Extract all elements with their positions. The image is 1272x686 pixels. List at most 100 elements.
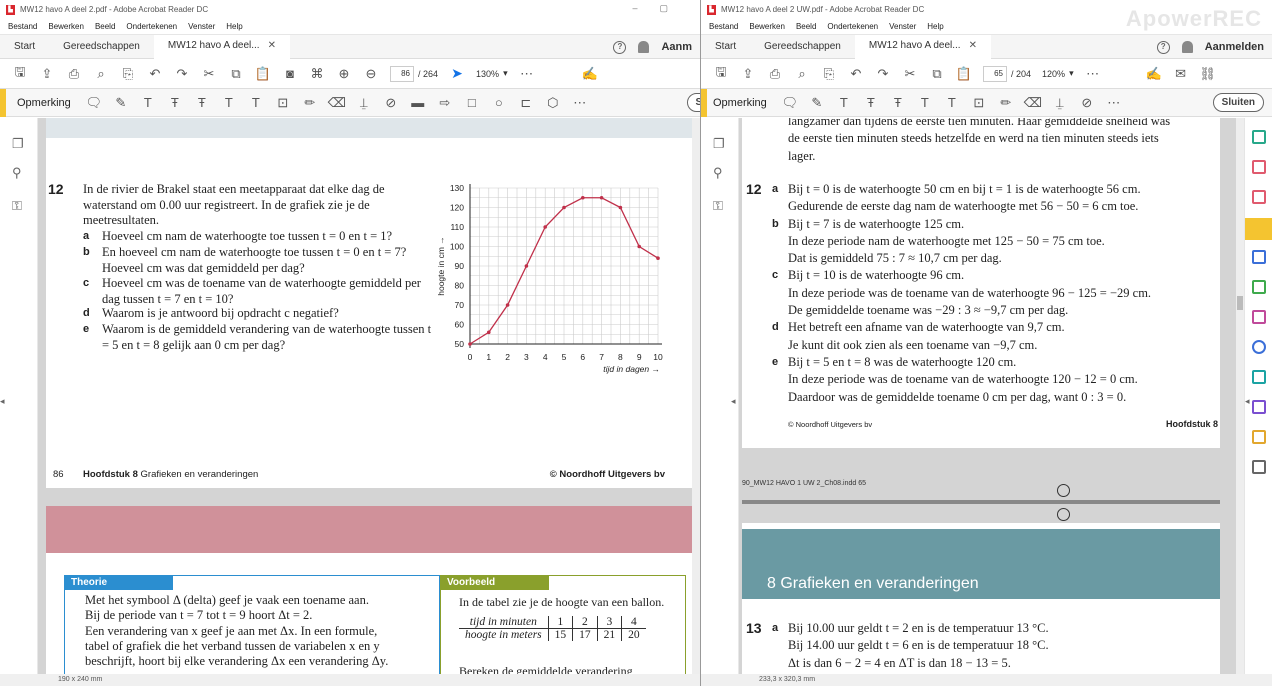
text-comment-icon[interactable]: T [248, 95, 264, 111]
optimize-icon[interactable] [1252, 370, 1266, 384]
replace-text-icon[interactable]: Ŧ [194, 95, 210, 111]
copy-icon[interactable]: ⧉ [228, 66, 244, 82]
attach-icon[interactable]: ⊘ [383, 95, 399, 111]
sign-icon[interactable]: ✍ [1146, 66, 1162, 82]
menu-ondertekenen[interactable]: Ondertekenen [126, 22, 177, 31]
page-number-input[interactable]: 65 [983, 65, 1007, 82]
close-annotation-button[interactable]: Sluiten [1212, 93, 1264, 112]
zoom-dropdown[interactable]: 120% ▾ [1042, 68, 1074, 79]
window-controls[interactable]: –▢ [632, 3, 690, 14]
text-icon[interactable]: T [836, 95, 852, 111]
print-icon[interactable]: ⎙ [767, 66, 783, 82]
tab-document[interactable]: MW12 havo A deel... ✕ [854, 34, 991, 59]
eraser-icon[interactable]: ⌫ [1024, 95, 1042, 111]
tab-document[interactable]: MW12 havo A deel... ✕ [153, 34, 290, 59]
menu-bestand[interactable]: Bestand [8, 22, 37, 31]
protect-icon[interactable] [1252, 340, 1266, 354]
menu-venster[interactable]: Venster [889, 22, 916, 31]
strikethrough-icon[interactable]: Ŧ [167, 95, 183, 111]
menu-bestand[interactable]: Bestand [709, 22, 738, 31]
document-area[interactable]: langzamer dan tijdens de eerste tien min… [739, 118, 1244, 674]
redact-icon[interactable]: ⎘ [821, 66, 837, 82]
attachment-icon[interactable]: ⚲ [713, 165, 727, 180]
organize-pages-icon[interactable] [1252, 160, 1266, 174]
pages-icon[interactable]: ❐ [12, 136, 26, 151]
menu-help[interactable]: Help [226, 22, 242, 31]
undo-icon[interactable]: ↶ [848, 66, 864, 82]
more-annot-icon[interactable]: ⋯ [572, 95, 588, 111]
send-sign-icon[interactable] [1252, 400, 1266, 414]
help-icon[interactable]: ? [613, 40, 627, 54]
menu-venster[interactable]: Venster [188, 22, 215, 31]
copy-icon[interactable]: ⧉ [929, 66, 945, 82]
more-annot-icon[interactable]: ⋯ [1106, 95, 1122, 111]
polygon-icon[interactable]: ⬡ [545, 95, 561, 111]
screenshot-icon[interactable]: ◙ [282, 66, 298, 82]
menu-beeld[interactable]: Beeld [796, 22, 816, 31]
collapse-right-icon[interactable]: ◂ [1245, 396, 1253, 410]
tab-tools[interactable]: Gereedschappen [750, 35, 855, 59]
fill-sign-icon[interactable] [1252, 280, 1266, 294]
arrow-icon[interactable]: ⇨ [437, 95, 453, 111]
upload-icon[interactable]: ⇪ [740, 66, 756, 82]
upload-icon[interactable]: ⇪ [39, 66, 55, 82]
eraser-icon[interactable]: ⌫ [328, 95, 346, 111]
create-pdf-icon[interactable] [1252, 190, 1266, 204]
cut-icon[interactable]: ✂ [201, 66, 217, 82]
pencil-icon[interactable]: ✏ [302, 95, 318, 111]
page-down-icon[interactable]: ⊖ [363, 66, 379, 82]
strikethrough-icon[interactable]: Ŧ [863, 95, 879, 111]
sign-icon[interactable]: ✍ [582, 66, 598, 82]
bell-icon[interactable] [638, 41, 650, 53]
paste-icon[interactable]: 📋 [255, 66, 271, 82]
comment-icon[interactable]: 🗨 [782, 95, 799, 111]
stamp-icon[interactable]: ⍊ [356, 95, 372, 111]
redo-icon[interactable]: ↷ [875, 66, 891, 82]
signin-link[interactable]: Aanmelden [1205, 41, 1264, 53]
export-pdf-icon[interactable] [1252, 130, 1266, 144]
redact-icon[interactable]: ⎘ [120, 66, 136, 82]
compare-icon[interactable] [1252, 430, 1266, 444]
comment-tool-icon[interactable] [1245, 218, 1272, 240]
search-icon[interactable]: ⌕ [794, 66, 810, 82]
select-cursor-icon[interactable]: ➤ [449, 65, 465, 82]
more-icon[interactable]: ⋯ [519, 66, 535, 82]
attach-icon[interactable]: ⊘ [1079, 95, 1095, 111]
search-icon[interactable]: ⌕ [93, 66, 109, 82]
page-number-input[interactable]: 86 [390, 65, 414, 82]
attachment-icon[interactable]: ⚲ [12, 165, 26, 180]
menu-beeld[interactable]: Beeld [95, 22, 115, 31]
menu-bewerken[interactable]: Bewerken [749, 22, 785, 31]
pencil-icon[interactable]: ✏ [998, 95, 1014, 111]
link-icon[interactable]: ⛓ [1199, 66, 1216, 82]
binoculars-icon[interactable]: ⌘ [309, 66, 325, 82]
textbox-icon[interactable]: ⊡ [275, 95, 291, 111]
insert-text-icon[interactable]: T [917, 95, 933, 111]
menu-bewerken[interactable]: Bewerken [48, 22, 84, 31]
print-icon[interactable]: ⎙ [66, 66, 82, 82]
vertical-scrollbar[interactable] [692, 118, 700, 674]
more-icon[interactable]: ⋯ [1085, 66, 1101, 82]
paste-icon[interactable]: 📋 [956, 66, 972, 82]
menu-ondertekenen[interactable]: Ondertekenen [827, 22, 878, 31]
save-icon[interactable]: 🖫 [713, 64, 729, 82]
stamp-icon[interactable]: ⍊ [1052, 95, 1068, 111]
combine-icon[interactable] [1252, 250, 1266, 264]
redo-icon[interactable]: ↷ [174, 66, 190, 82]
more-tools-icon[interactable] [1252, 460, 1266, 474]
polygon-line-icon[interactable]: ⊏ [518, 95, 534, 111]
zoom-dropdown[interactable]: 130% ▾ [476, 68, 508, 79]
close-annotation-button[interactable]: Sl [686, 93, 700, 112]
cut-icon[interactable]: ✂ [902, 66, 918, 82]
close-tab-icon[interactable]: ✕ [268, 34, 276, 58]
highlight-icon[interactable]: ✎ [113, 95, 129, 111]
page-up-icon[interactable]: ⊕ [336, 66, 352, 82]
text-comment-icon[interactable]: T [944, 95, 960, 111]
highlight-icon[interactable]: ✎ [809, 95, 825, 111]
document-area[interactable]: 12 In de rivier de Brakel staat een meet… [38, 118, 700, 674]
circle-icon[interactable]: ○ [491, 95, 507, 111]
vertical-scrollbar[interactable] [1236, 118, 1244, 674]
undo-icon[interactable]: ↶ [147, 66, 163, 82]
security-icon[interactable]: ⚿ [12, 198, 26, 213]
bell-icon[interactable] [1181, 41, 1193, 53]
